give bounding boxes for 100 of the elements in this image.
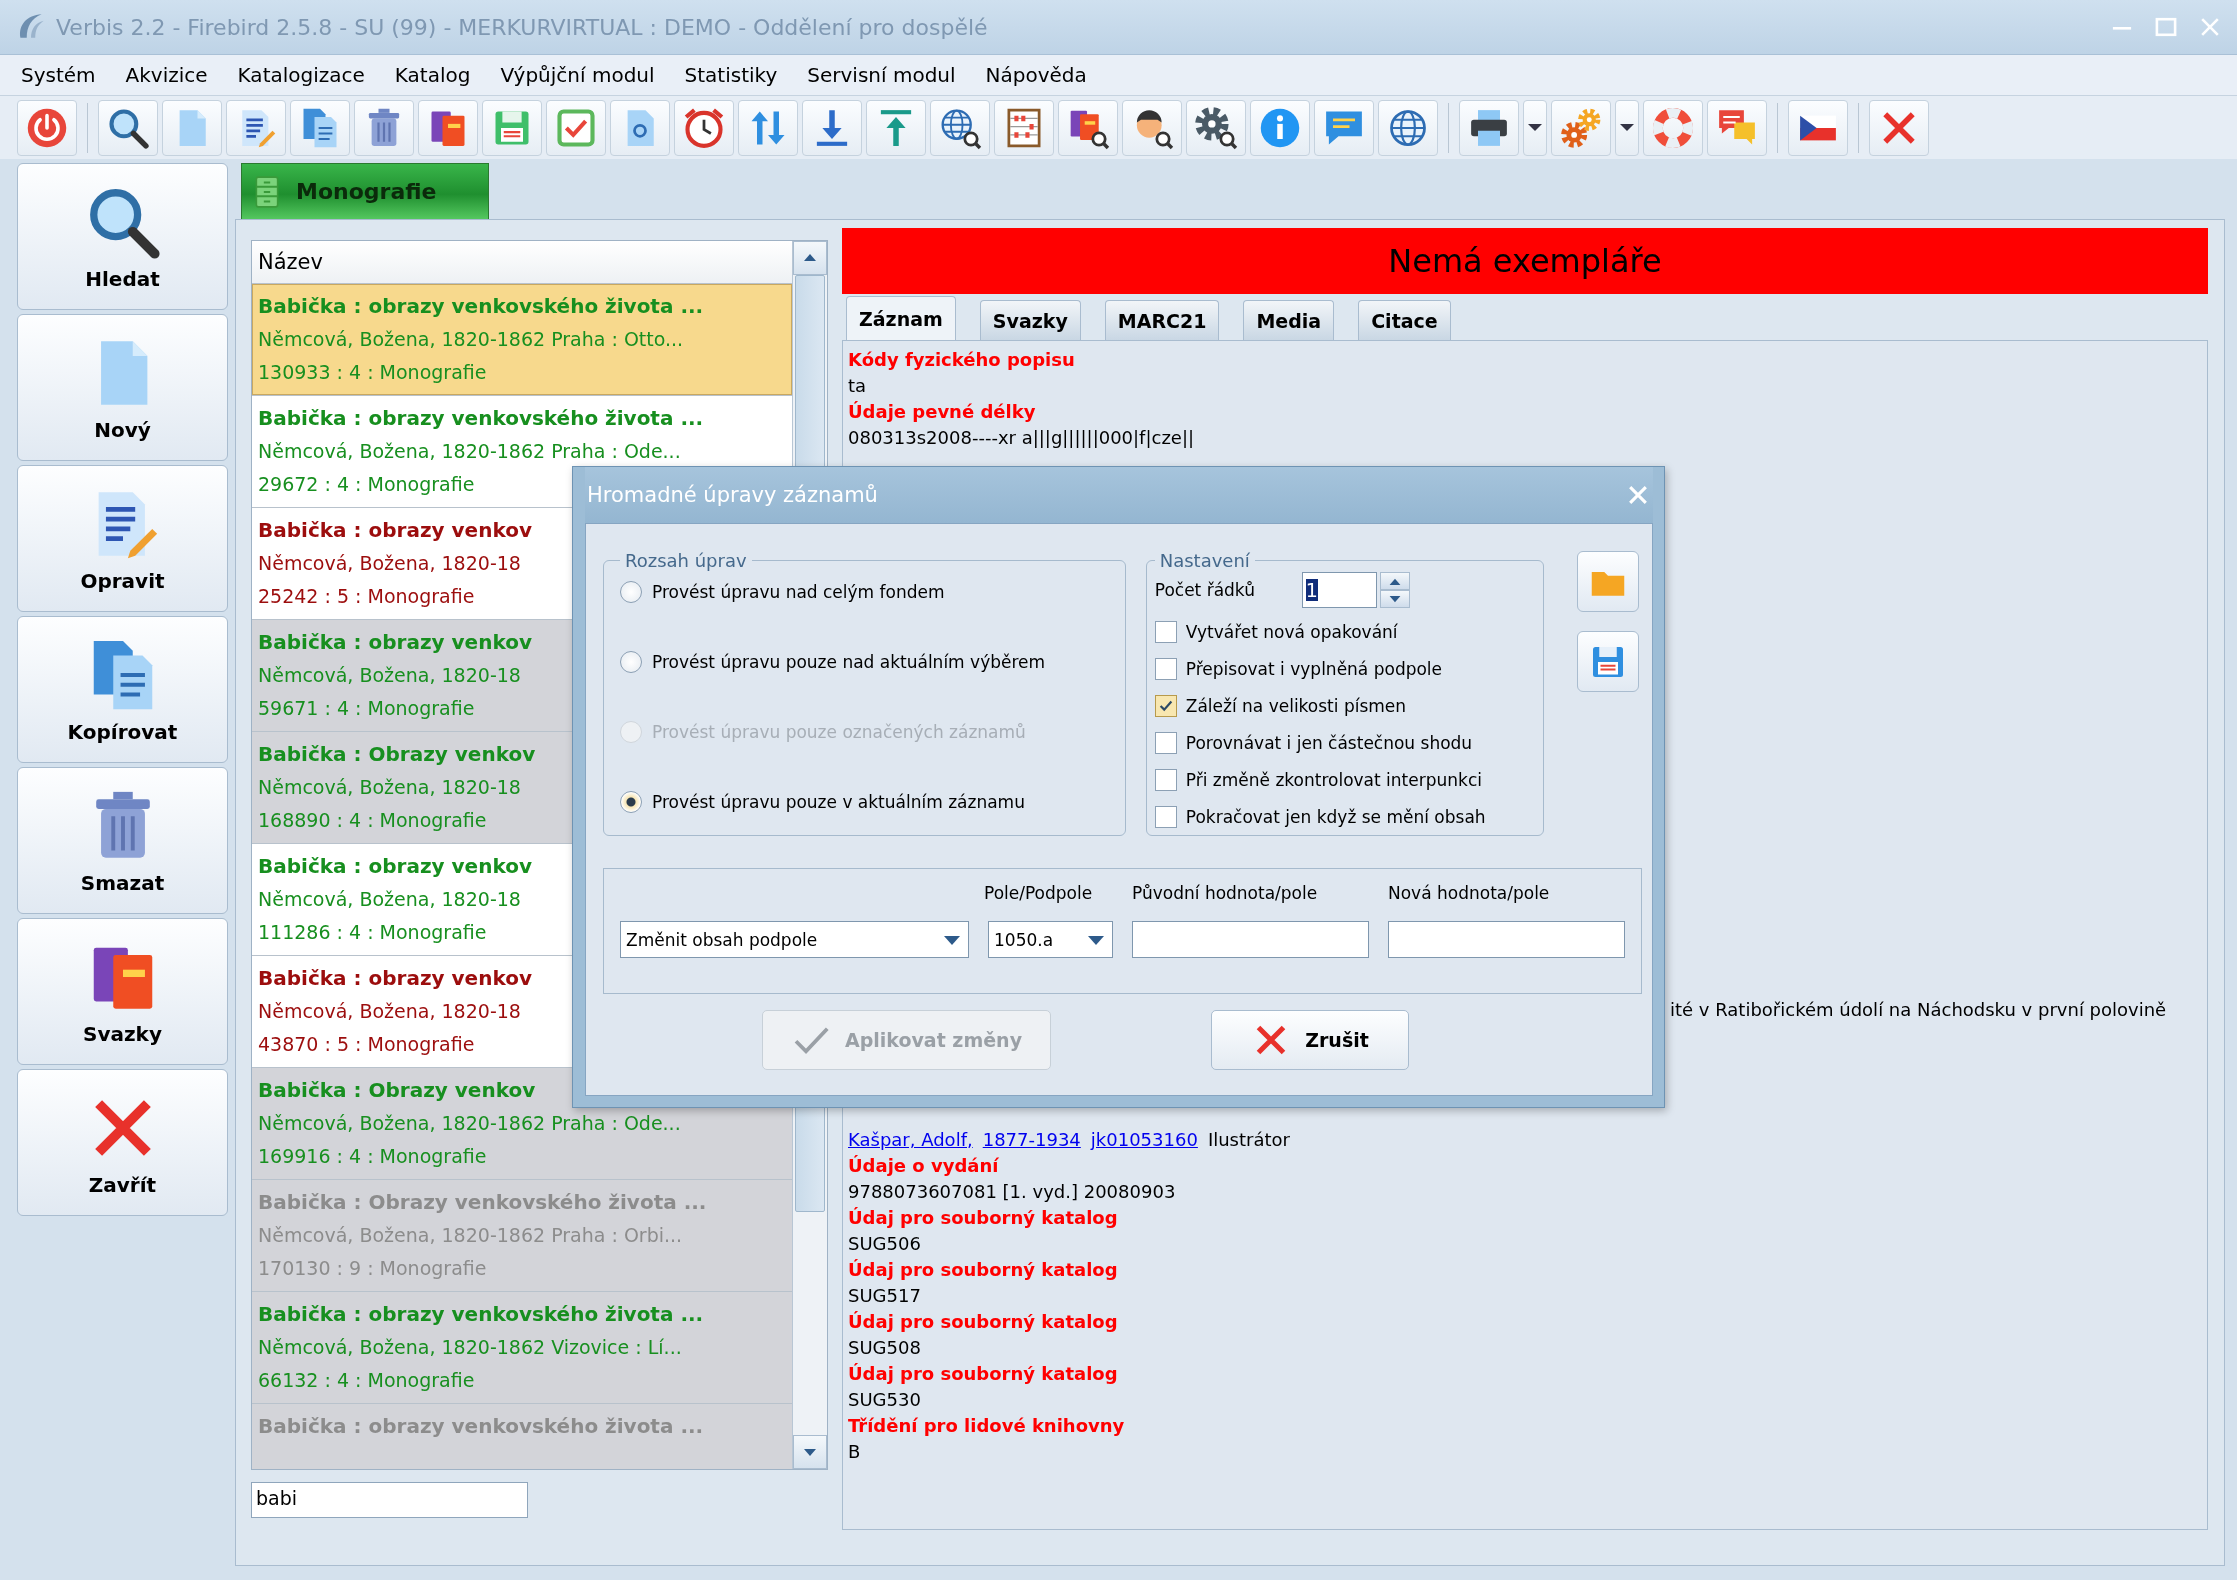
- author-text: Němcová, Božena, 1820-1862 Praha : Ode...: [258, 1111, 681, 1136]
- tab[interactable]: Svazky: [979, 300, 1081, 340]
- toolbar-button[interactable]: [930, 99, 990, 156]
- title-text: Babička : Obrazy venkov: [258, 1077, 536, 1104]
- author-text: Němcová, Božena, 1820-1862 Vizovice : Lí...: [258, 1335, 682, 1360]
- toolbar-button[interactable]: [1186, 99, 1246, 156]
- checkbox[interactable]: [1154, 731, 1177, 754]
- status-banner: Nemá exempláře: [842, 228, 2208, 294]
- title-text: Babička : obrazy venkov: [258, 965, 532, 992]
- sidebar-button[interactable]: Nový: [17, 314, 228, 461]
- sidebar-button[interactable]: Smazat: [17, 767, 228, 914]
- radio-button[interactable]: [620, 651, 642, 673]
- title-text: Babička : obrazy venkovského života ...: [258, 1413, 704, 1440]
- author-text: Němcová, Božena, 1820-1862 Praha : Otto...: [258, 327, 684, 352]
- input-field[interactable]: [1388, 921, 1625, 958]
- sidebar-button[interactable]: Hledat: [17, 163, 228, 310]
- field-heading: Údaj pro souborný katalog: [848, 1362, 1118, 1386]
- dropdown[interactable]: 1050.a: [988, 921, 1113, 958]
- record-info-text: 59671 : 4 : Monografie: [258, 696, 475, 721]
- gear-search-icon: [1194, 105, 1238, 150]
- author-text: Němcová, Božena, 1820-1862 Praha : Ode...: [258, 439, 681, 464]
- author-text: Němcová, Božena, 1820-18: [258, 551, 521, 576]
- toolbar-button[interactable]: [1788, 99, 1848, 156]
- open-button[interactable]: [1577, 551, 1639, 612]
- checkbox[interactable]: [1154, 694, 1177, 717]
- caret-icon: [1620, 124, 1634, 131]
- author-text: Němcová, Božena, 1820-18: [258, 999, 521, 1024]
- window-title: Verbis 2.2 - Firebird 2.5.8 - SU (99) - MERKURVIRTUAL : DEMO - Oddělení pro dospělé: [56, 14, 989, 40]
- dropdown[interactable]: Změnit obsah podpole: [620, 921, 969, 958]
- decrement-button[interactable]: [1379, 590, 1410, 608]
- title-text: Babička : Obrazy venkovského života ...: [258, 1189, 707, 1216]
- link[interactable]: 1877-1934: [982, 1127, 1081, 1153]
- toolbar-button[interactable]: [1122, 99, 1182, 156]
- tab[interactable]: Citace: [1358, 300, 1451, 340]
- field-heading: Kódy fyzického popisu: [848, 348, 1075, 372]
- dropdown-button[interactable]: [1523, 99, 1547, 156]
- number-field[interactable]: 1: [1301, 572, 1377, 608]
- checkbox[interactable]: [1154, 768, 1177, 791]
- menu-item[interactable]: Akvizice: [110, 63, 223, 87]
- menu-item[interactable]: Systém: [6, 63, 111, 87]
- toolbar-button[interactable]: [418, 99, 478, 156]
- field-value: SUG517: [848, 1284, 921, 1308]
- tab[interactable]: MARC21: [1104, 300, 1220, 340]
- checkbox[interactable]: [1154, 620, 1177, 643]
- title-text: Babička : obrazy venkov: [258, 517, 532, 544]
- cancel-button[interactable]: Zrušit: [1211, 1010, 1409, 1070]
- checkbox[interactable]: [1154, 657, 1177, 680]
- link[interactable]: jk01053160: [1090, 1127, 1198, 1153]
- sidebar-button[interactable]: Svazky: [17, 918, 228, 1065]
- sidebar-button[interactable]: Zavřít: [17, 1069, 228, 1216]
- radio-button[interactable]: [620, 791, 642, 813]
- caret-icon: [1528, 124, 1542, 131]
- title-text: Babička : obrazy venkovského života ...: [258, 293, 704, 320]
- dropdown-button[interactable]: [1615, 99, 1639, 156]
- link[interactable]: Kašpar, Adolf,: [848, 1127, 973, 1153]
- column-label: Původní hodnota/pole: [1132, 883, 1319, 905]
- menu-item[interactable]: Nápověda: [970, 63, 1102, 87]
- increment-button[interactable]: [1379, 572, 1410, 590]
- checkbox[interactable]: [1154, 805, 1177, 828]
- toolbar-button[interactable]: [226, 99, 286, 156]
- toolbar-button[interactable]: [994, 99, 1054, 156]
- option-label: Záleží na velikosti písmen: [1185, 695, 1407, 716]
- field-heading: Údaje o vydání: [848, 1154, 999, 1178]
- column-label: Pole/Podpole: [984, 883, 1094, 905]
- option-label: Při změně zkontrolovat interpunkci: [1185, 769, 1482, 790]
- menu-item[interactable]: Servisní modul: [792, 63, 971, 87]
- menu-item[interactable]: Výpůjční modul: [485, 63, 670, 87]
- field-label: Počet řádků: [1154, 580, 1256, 600]
- toolbar-button[interactable]: [98, 99, 158, 156]
- input-field[interactable]: [1132, 921, 1369, 958]
- sidebar-button[interactable]: Opravit: [17, 465, 228, 612]
- scroll-down-button[interactable]: [793, 1435, 827, 1469]
- document-tab[interactable]: Monografie: [241, 163, 489, 219]
- field-value: Ilustrátor: [1207, 1128, 1290, 1152]
- group-label: Rozsah úprav: [624, 550, 748, 571]
- option-label: Porovnávat i jen částečnou shodu: [1185, 732, 1473, 753]
- field-value: 080313s2008----xr a|||g||||||000|f|cze||: [848, 426, 1195, 450]
- record-info-text: 25242 : 5 : Monografie: [258, 584, 475, 609]
- save-button[interactable]: [1577, 631, 1639, 692]
- toolbar-button[interactable]: [1058, 99, 1118, 156]
- toolbar-button[interactable]: [1459, 99, 1519, 156]
- tab[interactable]: Záznam: [846, 296, 956, 340]
- menu-item[interactable]: Katalogizace: [222, 63, 380, 87]
- scroll-up-button[interactable]: [793, 241, 827, 275]
- record-info-text: 29672 : 4 : Monografie: [258, 472, 475, 497]
- sidebar-button[interactable]: Kopírovat: [17, 616, 228, 763]
- caret-icon: [1086, 933, 1106, 946]
- field-heading: Údaje pevné délky: [848, 400, 1036, 424]
- record-info-text: 130933 : 4 : Monografie: [258, 360, 487, 385]
- tab[interactable]: Media: [1243, 300, 1335, 340]
- title-text: Babička : obrazy venkov: [258, 853, 532, 880]
- option-label: Vytvářet nová opakování: [1185, 621, 1398, 642]
- record-info-text: 66132 : 4 : Monografie: [258, 1368, 475, 1393]
- title-text: Babička : obrazy venkov: [258, 629, 532, 656]
- field-heading: Údaj pro souborný katalog: [848, 1258, 1118, 1282]
- menu-item[interactable]: Statistiky: [669, 63, 793, 87]
- radio-button[interactable]: [620, 581, 642, 603]
- menu-item[interactable]: Katalog: [379, 63, 486, 87]
- search-field[interactable]: babi: [251, 1482, 528, 1518]
- field-value: ta: [848, 374, 867, 398]
